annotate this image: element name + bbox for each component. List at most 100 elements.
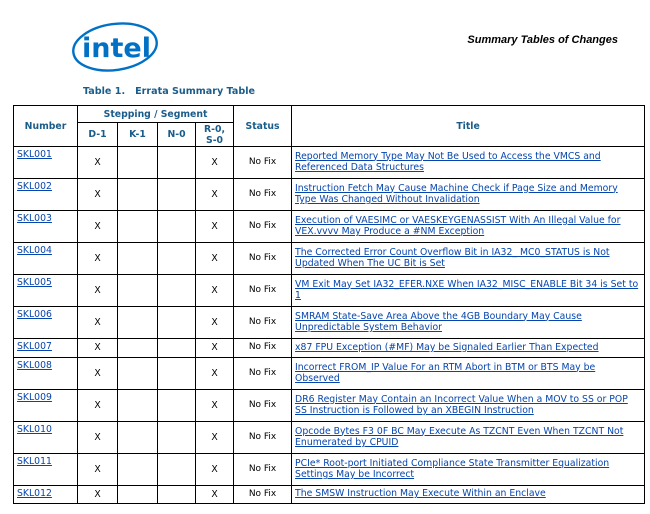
status-cell: No Fix (233, 306, 293, 339)
title-cell: Instruction Fetch May Cause Machine Chec… (291, 178, 646, 211)
erratum-title-link[interactable]: The SMSW Instruction May Execute Within … (295, 488, 546, 499)
stepping-mark-cell (117, 485, 158, 504)
stepping-mark-cell: X (194, 421, 235, 454)
table-row: SKL009 X X No Fix DR6 Register May Contain a… (13, 389, 646, 422)
stepping-mark-cell: X (77, 453, 118, 486)
erratum-title-link[interactable]: Incorrect FROM_IP Value For an RTM Abort… (295, 362, 595, 385)
erratum-number-link[interactable]: SKL007 (17, 341, 52, 352)
erratum-number-link[interactable]: SKL008 (17, 360, 52, 371)
erratum-title-link[interactable]: x87 FPU Exception (#MF) May be Signaled … (295, 342, 599, 353)
stepping-mark-cell (117, 242, 158, 275)
stepping-mark-cell: X (194, 389, 235, 422)
erratum-title-link[interactable]: PCIe* Root-port Initiated Compliance Sta… (295, 458, 609, 481)
erratum-title-link[interactable]: Instruction Fetch May Cause Machine Chec… (295, 183, 618, 206)
stepping-mark-cell (117, 210, 158, 243)
status-cell: No Fix (233, 485, 293, 504)
status-cell: No Fix (233, 453, 293, 486)
erratum-number-link[interactable]: SKL002 (17, 181, 52, 192)
stepping-mark-cell: X (194, 146, 235, 179)
erratum-title-link[interactable]: Reported Memory Type May Not Be Used to … (295, 151, 601, 174)
stepping-mark-cell: X (77, 389, 118, 422)
stepping-mark-cell (157, 421, 196, 454)
intel-logo-icon: intel (72, 22, 158, 72)
stepping-mark-cell: X (194, 453, 235, 486)
stepping-mark-cell: X (194, 242, 235, 275)
stepping-mark-cell (157, 485, 196, 504)
table-row: SKL011 X X No Fix PCIe* Root-port Initiated … (13, 453, 646, 486)
erratum-title-link[interactable]: Execution of VAESIMC or VAESKEYGENASSIST… (295, 215, 620, 238)
stepping-mark-cell (157, 357, 196, 390)
title-cell: The Corrected Error Count Overflow Bit i… (291, 242, 646, 275)
stepping-mark-cell (157, 178, 196, 211)
erratum-number-cell: SKL005 (13, 274, 78, 307)
column-header-title: Title (291, 105, 646, 147)
title-cell: The SMSW Instruction May Execute Within … (291, 485, 646, 504)
stepping-mark-cell (157, 146, 196, 179)
erratum-number-link[interactable]: SKL001 (17, 149, 52, 160)
status-cell: No Fix (233, 242, 293, 275)
errata-table-body: SKL001 X X No Fix Reported Memory Type May N… (13, 146, 646, 504)
stepping-mark-cell (157, 338, 196, 358)
title-cell: PCIe* Root-port Initiated Compliance Sta… (291, 453, 646, 486)
stepping-mark-cell: X (77, 178, 118, 211)
stepping-mark-cell: X (77, 306, 118, 339)
table-row: SKL008 X X No Fix Incorrect FROM_IP Value Fo… (13, 357, 646, 390)
status-cell: No Fix (233, 338, 293, 358)
erratum-title-link[interactable]: Opcode Bytes F3 0F BC May Execute As TZC… (295, 426, 623, 449)
erratum-number-link[interactable]: SKL009 (17, 392, 52, 403)
erratum-number-cell: SKL010 (13, 421, 78, 454)
erratum-number-link[interactable]: SKL003 (17, 213, 52, 224)
stepping-mark-cell: X (77, 146, 118, 179)
stepping-mark-cell (117, 178, 158, 211)
stepping-mark-cell (117, 146, 158, 179)
title-cell: SMRAM State-Save Area Above the 4GB Boun… (291, 306, 646, 339)
erratum-title-link[interactable]: DR6 Register May Contain an Incorrect Va… (295, 394, 628, 417)
erratum-title-link[interactable]: SMRAM State-Save Area Above the 4GB Boun… (295, 311, 582, 334)
section-title: Summary Tables of Changes (467, 34, 618, 46)
status-cell: No Fix (233, 146, 293, 179)
stepping-mark-cell: X (77, 242, 118, 275)
erratum-number-cell: SKL001 (13, 146, 78, 179)
table-row: SKL003 X X No Fix Execution of VAESIMC or VA… (13, 210, 646, 243)
column-header-stepping: N-0 (157, 122, 196, 147)
erratum-title-link[interactable]: VM Exit May Set IA32_EFER.NXE When IA32_… (295, 279, 638, 302)
column-header-stepping: R-0, S-0 (194, 122, 235, 147)
stepping-mark-cell: X (77, 274, 118, 307)
stepping-mark-cell: X (194, 485, 235, 504)
erratum-number-link[interactable]: SKL004 (17, 245, 52, 256)
stepping-mark-cell (157, 274, 196, 307)
table-row: SKL004 X X No Fix The Corrected Error Count … (13, 242, 646, 275)
stepping-mark-cell (117, 389, 158, 422)
status-cell: No Fix (233, 421, 293, 454)
erratum-number-cell: SKL002 (13, 178, 78, 211)
erratum-number-cell: SKL011 (13, 453, 78, 486)
title-cell: Execution of VAESIMC or VAESKEYGENASSIST… (291, 210, 646, 243)
table-row: SKL001 X X No Fix Reported Memory Type May N… (13, 146, 646, 179)
stepping-mark-cell: X (194, 306, 235, 339)
erratum-number-cell: SKL004 (13, 242, 78, 275)
column-header-stepping: D-1 (77, 122, 118, 147)
status-cell: No Fix (233, 178, 293, 211)
status-cell: No Fix (233, 357, 293, 390)
stepping-mark-cell (157, 242, 196, 275)
stepping-mark-cell: X (194, 178, 235, 211)
stepping-mark-cell (117, 306, 158, 339)
title-cell: DR6 Register May Contain an Incorrect Va… (291, 389, 646, 422)
title-cell: Opcode Bytes F3 0F BC May Execute As TZC… (291, 421, 646, 454)
stepping-mark-cell (117, 421, 158, 454)
stepping-mark-cell (157, 210, 196, 243)
stepping-mark-cell: X (194, 357, 235, 390)
table-row: SKL012 X X No Fix The SMSW Instruction May E… (13, 485, 646, 504)
erratum-number-link[interactable]: SKL006 (17, 309, 52, 320)
erratum-number-link[interactable]: SKL005 (17, 277, 52, 288)
title-cell: Incorrect FROM_IP Value For an RTM Abort… (291, 357, 646, 390)
erratum-number-link[interactable]: SKL010 (17, 424, 52, 435)
stepping-mark-cell (117, 274, 158, 307)
stepping-mark-cell (117, 357, 158, 390)
erratum-number-cell: SKL009 (13, 389, 78, 422)
erratum-number-cell: SKL008 (13, 357, 78, 390)
erratum-title-link[interactable]: The Corrected Error Count Overflow Bit i… (295, 247, 610, 270)
stepping-mark-cell (117, 453, 158, 486)
erratum-number-link[interactable]: SKL011 (17, 456, 52, 467)
erratum-number-link[interactable]: SKL012 (17, 488, 52, 499)
